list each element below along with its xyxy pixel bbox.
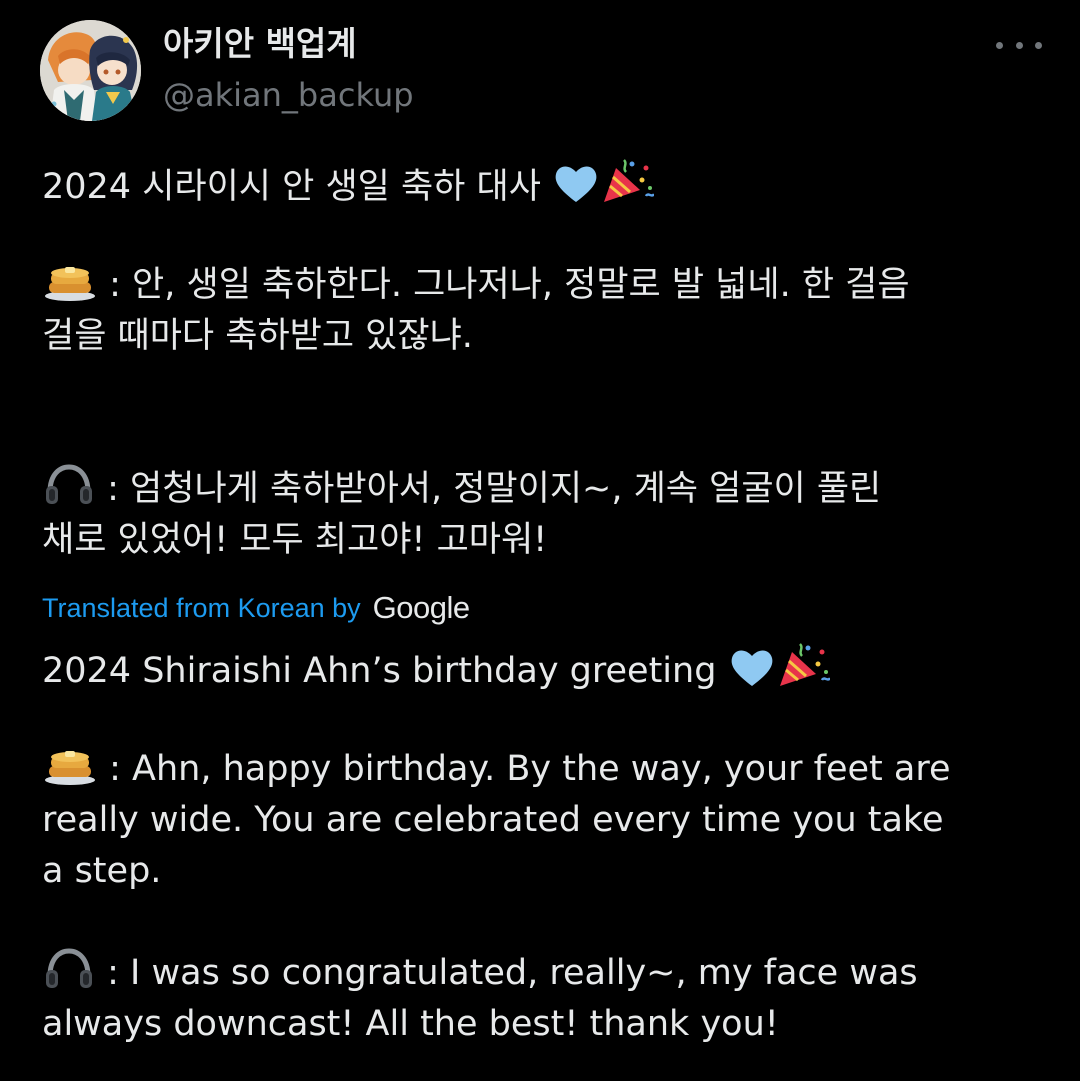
original-line1b: 걸을 때마다 축하받고 있잖냐. <box>42 316 473 356</box>
original-line2a: : 엄청나게 축하받아서, 정말이지~, 계속 얼굴이 풀린 <box>42 464 1052 515</box>
party-popper-icon <box>778 642 831 703</box>
translation-line1a: : Ahn, happy birthday. By the way, your … <box>42 744 1052 795</box>
translation-title: 2024 Shiraishi Ahn’s birthday greeting <box>42 651 717 691</box>
pancakes-icon <box>44 262 96 317</box>
display-name[interactable]: 아키안 백업계 <box>163 22 357 66</box>
pancakes-icon <box>44 746 96 801</box>
avatar-anime-illustration-icon <box>40 20 141 121</box>
original-line2a-text: : 엄청나게 축하받아서, 정말이지~, 계속 얼굴이 풀린 <box>96 469 882 509</box>
more-dot <box>1015 41 1023 49</box>
translation-line2b: always downcast! All the best! thank you… <box>42 1004 779 1044</box>
original-title: 2024 시라이시 안 생일 축하 대사 <box>42 167 541 207</box>
translation-line1c: a step. <box>42 851 162 891</box>
user-handle[interactable]: @akian_backup <box>163 73 414 117</box>
party-popper-icon <box>602 158 656 219</box>
avatar[interactable] <box>40 20 141 121</box>
headphones-icon <box>44 948 94 1005</box>
more-horizontal-icon <box>996 41 1003 49</box>
google-logo: Google <box>372 590 470 625</box>
translation-line2a-text: : I was so congratulated, really~, my fa… <box>96 953 918 993</box>
tweet-text-translation: 2024 Shiraishi Ahn’s birthday greeting:… <box>42 642 1052 1050</box>
light-blue-heart-icon <box>730 648 774 703</box>
translation-line1a-text: : Ahn, happy birthday. By the way, your … <box>98 749 951 789</box>
tweet-text-original: 2024 시라이시 안 생일 축하 대사: 안, 생일 축하한다. 그나저나,… <box>42 158 1052 566</box>
original-line1a: : 안, 생일 축하한다. 그나저나, 정말로 발 넓네. 한 걸음 <box>42 260 1052 311</box>
original-line2b: 채로 있었어! 모두 최고야! 고마워! <box>42 520 548 560</box>
original-title-line: 2024 시라이시 안 생일 축하 대사 <box>42 158 1052 209</box>
translated-from-link[interactable]: Translated from Korean by <box>42 593 361 624</box>
headphones-icon <box>44 464 94 521</box>
more-dot <box>1035 41 1042 49</box>
light-blue-heart-icon <box>554 164 598 219</box>
translation-line2a: : I was so congratulated, really~, my fa… <box>42 948 1052 999</box>
translation-line1b: really wide. You are celebrated every ti… <box>42 800 944 840</box>
translation-title-line: 2024 Shiraishi Ahn’s birthday greeting <box>42 642 1052 693</box>
translated-by: Translated from Korean by Google <box>42 588 470 628</box>
more-options-button[interactable] <box>996 30 1042 60</box>
tweet: 아키안 백업계 @akian_backup 2024 시라이시 안 생일 축하 … <box>0 0 1080 1081</box>
original-line1a-text: : 안, 생일 축하한다. 그나저나, 정말로 발 넓네. 한 걸음 <box>98 265 910 305</box>
